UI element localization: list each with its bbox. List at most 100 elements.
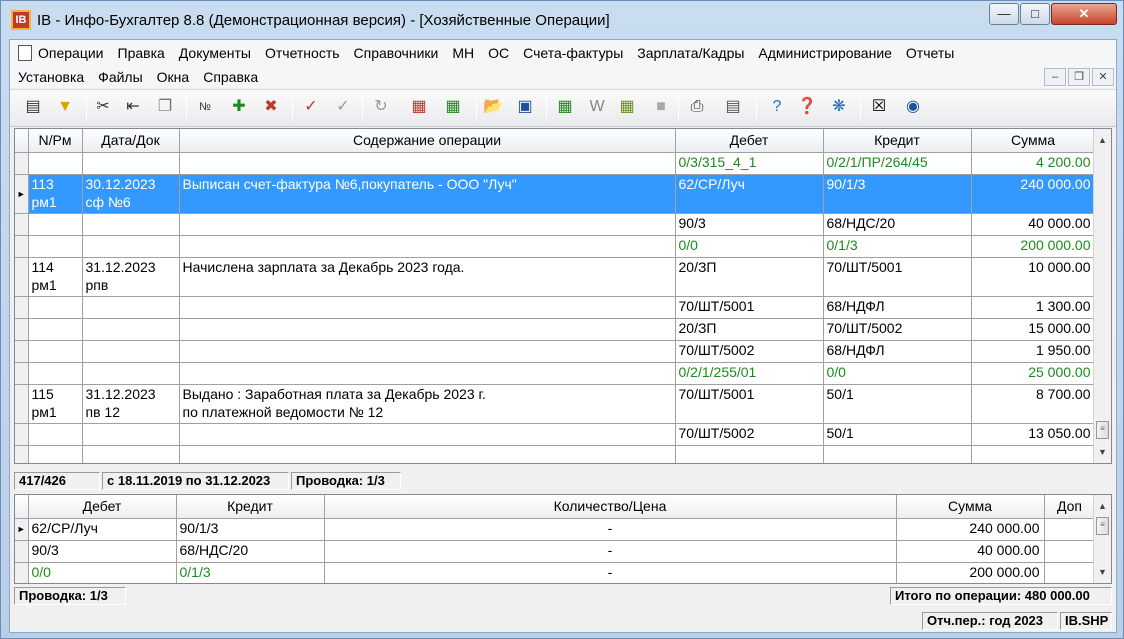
help-icon[interactable]: ?	[766, 96, 788, 118]
menu-item-10[interactable]: Отчеты	[906, 45, 954, 61]
header-date[interactable]: Дата/Док	[82, 129, 180, 153]
operation-row[interactable]: 90/3 68/НДС/20 40 000.00	[15, 213, 1096, 236]
open-icon[interactable]: 📂	[482, 96, 504, 118]
sub-header-credit[interactable]: Кредит	[176, 495, 325, 519]
menu-item-secondary-0[interactable]: Установка	[18, 69, 84, 85]
operation-row[interactable]: 0/2/1/255/01 0/0 25 000.00	[15, 362, 1096, 385]
maximize-button[interactable]: □	[1020, 3, 1050, 25]
operations-grid[interactable]: N/Рм Дата/Док Содержание операции Дебет …	[14, 128, 1112, 464]
scroll-up-arrow-icon[interactable]: ▲	[1094, 132, 1111, 149]
header-num[interactable]: N/Рм	[28, 129, 83, 153]
menu-item-2[interactable]: Документы	[179, 45, 251, 61]
web-icon[interactable]: ◉	[902, 96, 924, 118]
sub-header-qty[interactable]: Количество/Цена	[324, 495, 897, 519]
scroll-down-arrow-icon[interactable]: ▼	[1094, 444, 1111, 461]
status-strip-bottom: Проводка: 1/3 Итого по операции: 480 000…	[14, 586, 1112, 606]
report-icon[interactable]: ▦	[616, 96, 638, 118]
scroll-up-arrow-icon[interactable]: ▲	[1094, 498, 1111, 515]
operation-number-cell	[28, 318, 83, 341]
header-debit[interactable]: Дебет	[675, 129, 824, 153]
context-help-icon[interactable]: ❓	[796, 96, 818, 118]
posting-row[interactable]: 90/3 68/НДС/20-40 000.00	[15, 540, 1096, 563]
journal-icon[interactable]: ▤	[22, 96, 44, 118]
document-icon[interactable]	[18, 45, 32, 61]
operations-header-row: N/Рм Дата/Док Содержание операции Дебет …	[15, 129, 1096, 153]
word-icon[interactable]: W	[586, 96, 608, 118]
operation-row[interactable]: 70/ШТ/5002 68/НДФЛ 1 950.00	[15, 340, 1096, 363]
print-icon[interactable]: ⎙	[686, 96, 708, 118]
operation-row[interactable]: 115 рм1 31.12.2023 пв 12 Выдано : Заработн…	[15, 384, 1096, 424]
operations-scrollbar[interactable]: ▲ ≡ ▼	[1093, 129, 1111, 463]
sub-header-sum[interactable]: Сумма	[896, 495, 1045, 519]
menu-item-7[interactable]: Счета-фактуры	[523, 45, 623, 61]
posting-extra-cell	[1044, 518, 1096, 541]
record-counter: 417/426	[14, 472, 100, 490]
menu-item-1[interactable]: Правка	[118, 45, 165, 61]
close-doc-icon[interactable]: ☒	[868, 96, 890, 118]
menu-item-4[interactable]: Справочники	[354, 45, 439, 61]
postings-scrollbar[interactable]: ▲ ≡ ▼	[1093, 495, 1111, 583]
filter-icon[interactable]: ▼	[54, 96, 76, 118]
title-bar[interactable]: IB IB - Инфо-Бухгалтер 8.8 (Демонстрацио…	[1, 1, 1123, 39]
move-icon[interactable]: ⇤	[122, 96, 144, 118]
mdi-minimize-button[interactable]: –	[1044, 68, 1066, 86]
copy-icon[interactable]: ❐	[154, 96, 176, 118]
close-button[interactable]: ✕	[1051, 3, 1117, 25]
amount-cell: 1 950.00	[971, 340, 1096, 363]
menu-item-6[interactable]: ОС	[488, 45, 509, 61]
mark-icon[interactable]: ✓	[300, 96, 322, 118]
excel-icon[interactable]: ▦	[554, 96, 576, 118]
operation-number-cell	[28, 362, 83, 385]
menu-item-secondary-1[interactable]: Файлы	[98, 69, 142, 85]
operation-content-cell	[179, 213, 676, 236]
menu-item-5[interactable]: МН	[452, 45, 474, 61]
operation-row[interactable]: 70/ШТ/5001 68/НДФЛ 1 300.00	[15, 296, 1096, 319]
menu-item-3[interactable]: Отчетность	[265, 45, 340, 61]
operation-number-cell	[28, 235, 83, 258]
operation-row[interactable]: 114 рм1 31.12.2023 рпв Начислена зарплата …	[15, 257, 1096, 297]
operation-content-cell	[179, 340, 676, 363]
sub-header-debit[interactable]: Дебет	[28, 495, 177, 519]
refresh-icon[interactable]: ↻	[370, 96, 392, 118]
disabled-icon[interactable]: ■	[650, 96, 672, 118]
menu-item-secondary-3[interactable]: Справка	[203, 69, 258, 85]
header-sum[interactable]: Сумма	[971, 129, 1096, 153]
mdi-close-button[interactable]: ✕	[1092, 68, 1114, 86]
menu-item-8[interactable]: Зарплата/Кадры	[637, 45, 744, 61]
operation-row[interactable]: 0/0 0/1/3 200 000.00	[15, 235, 1096, 258]
operation-row[interactable]: 70/ШТ/5002 50/1 13 050.00	[15, 423, 1096, 446]
calendar-icon[interactable]: ▦	[408, 96, 430, 118]
scroll-thumb[interactable]: ≡	[1096, 517, 1109, 535]
mdi-restore-button[interactable]: ❐	[1068, 68, 1090, 86]
header-credit[interactable]: Кредит	[823, 129, 972, 153]
preview-icon[interactable]: ▤	[722, 96, 744, 118]
operation-date-cell	[82, 340, 180, 363]
operation-row[interactable]: ► 113 рм1 30.12.2023 сф №6 Выписан счет-фак…	[15, 174, 1096, 214]
calculator-icon[interactable]: ▦	[442, 96, 464, 118]
add-icon[interactable]: ✚	[228, 96, 250, 118]
minimize-button[interactable]: —	[989, 3, 1019, 25]
sub-header-extra[interactable]: Доп	[1044, 495, 1096, 519]
operation-row[interactable]: 0/3/315_4_1 0/2/1/ПР/264/45 4 200.00	[15, 152, 1096, 175]
cut-icon[interactable]: ✂	[92, 96, 114, 118]
operation-row[interactable]: 20/ЗП 70/ШТ/5002 15 000.00	[15, 318, 1096, 341]
header-content[interactable]: Содержание операции	[179, 129, 676, 153]
menu-item-9[interactable]: Администрирование	[758, 45, 892, 61]
row-indicator	[15, 257, 29, 297]
posting-row[interactable]: ► 62/СР/Луч 90/1/3-240 000.00	[15, 518, 1096, 541]
menu-item-0[interactable]: Операции	[38, 45, 104, 61]
compass-icon[interactable]: ❋	[828, 96, 850, 118]
posting-qty-cell: -	[324, 518, 897, 541]
posting-row[interactable]: 0/0 0/1/3-200 000.00	[15, 562, 1096, 583]
row-indicator	[15, 562, 29, 583]
save-icon[interactable]: ▣	[514, 96, 536, 118]
menu-item-secondary-2[interactable]: Окна	[157, 69, 190, 85]
numbering-icon[interactable]: №	[194, 96, 216, 118]
postings-grid[interactable]: Дебет Кредит Количество/Цена Сумма Доп ►…	[14, 494, 1112, 584]
toolbar: ▤ ▼ ✂ ⇤ ❐ № ✚ ✖ ✓ ✓ ↻ ▦ ▦ 📂 ▣ ▦ W ▦ ■ ⎙ ▤? ❓ ❋ ☒ ◉	[10, 89, 1116, 127]
scroll-thumb[interactable]: ≡	[1096, 421, 1109, 439]
scroll-down-arrow-icon[interactable]: ▼	[1094, 564, 1111, 581]
delete-icon[interactable]: ✖	[260, 96, 282, 118]
unmark-icon[interactable]: ✓	[332, 96, 354, 118]
operation-content-cell: Выписан счет-фактура №6,покупатель - ООО…	[179, 174, 676, 214]
